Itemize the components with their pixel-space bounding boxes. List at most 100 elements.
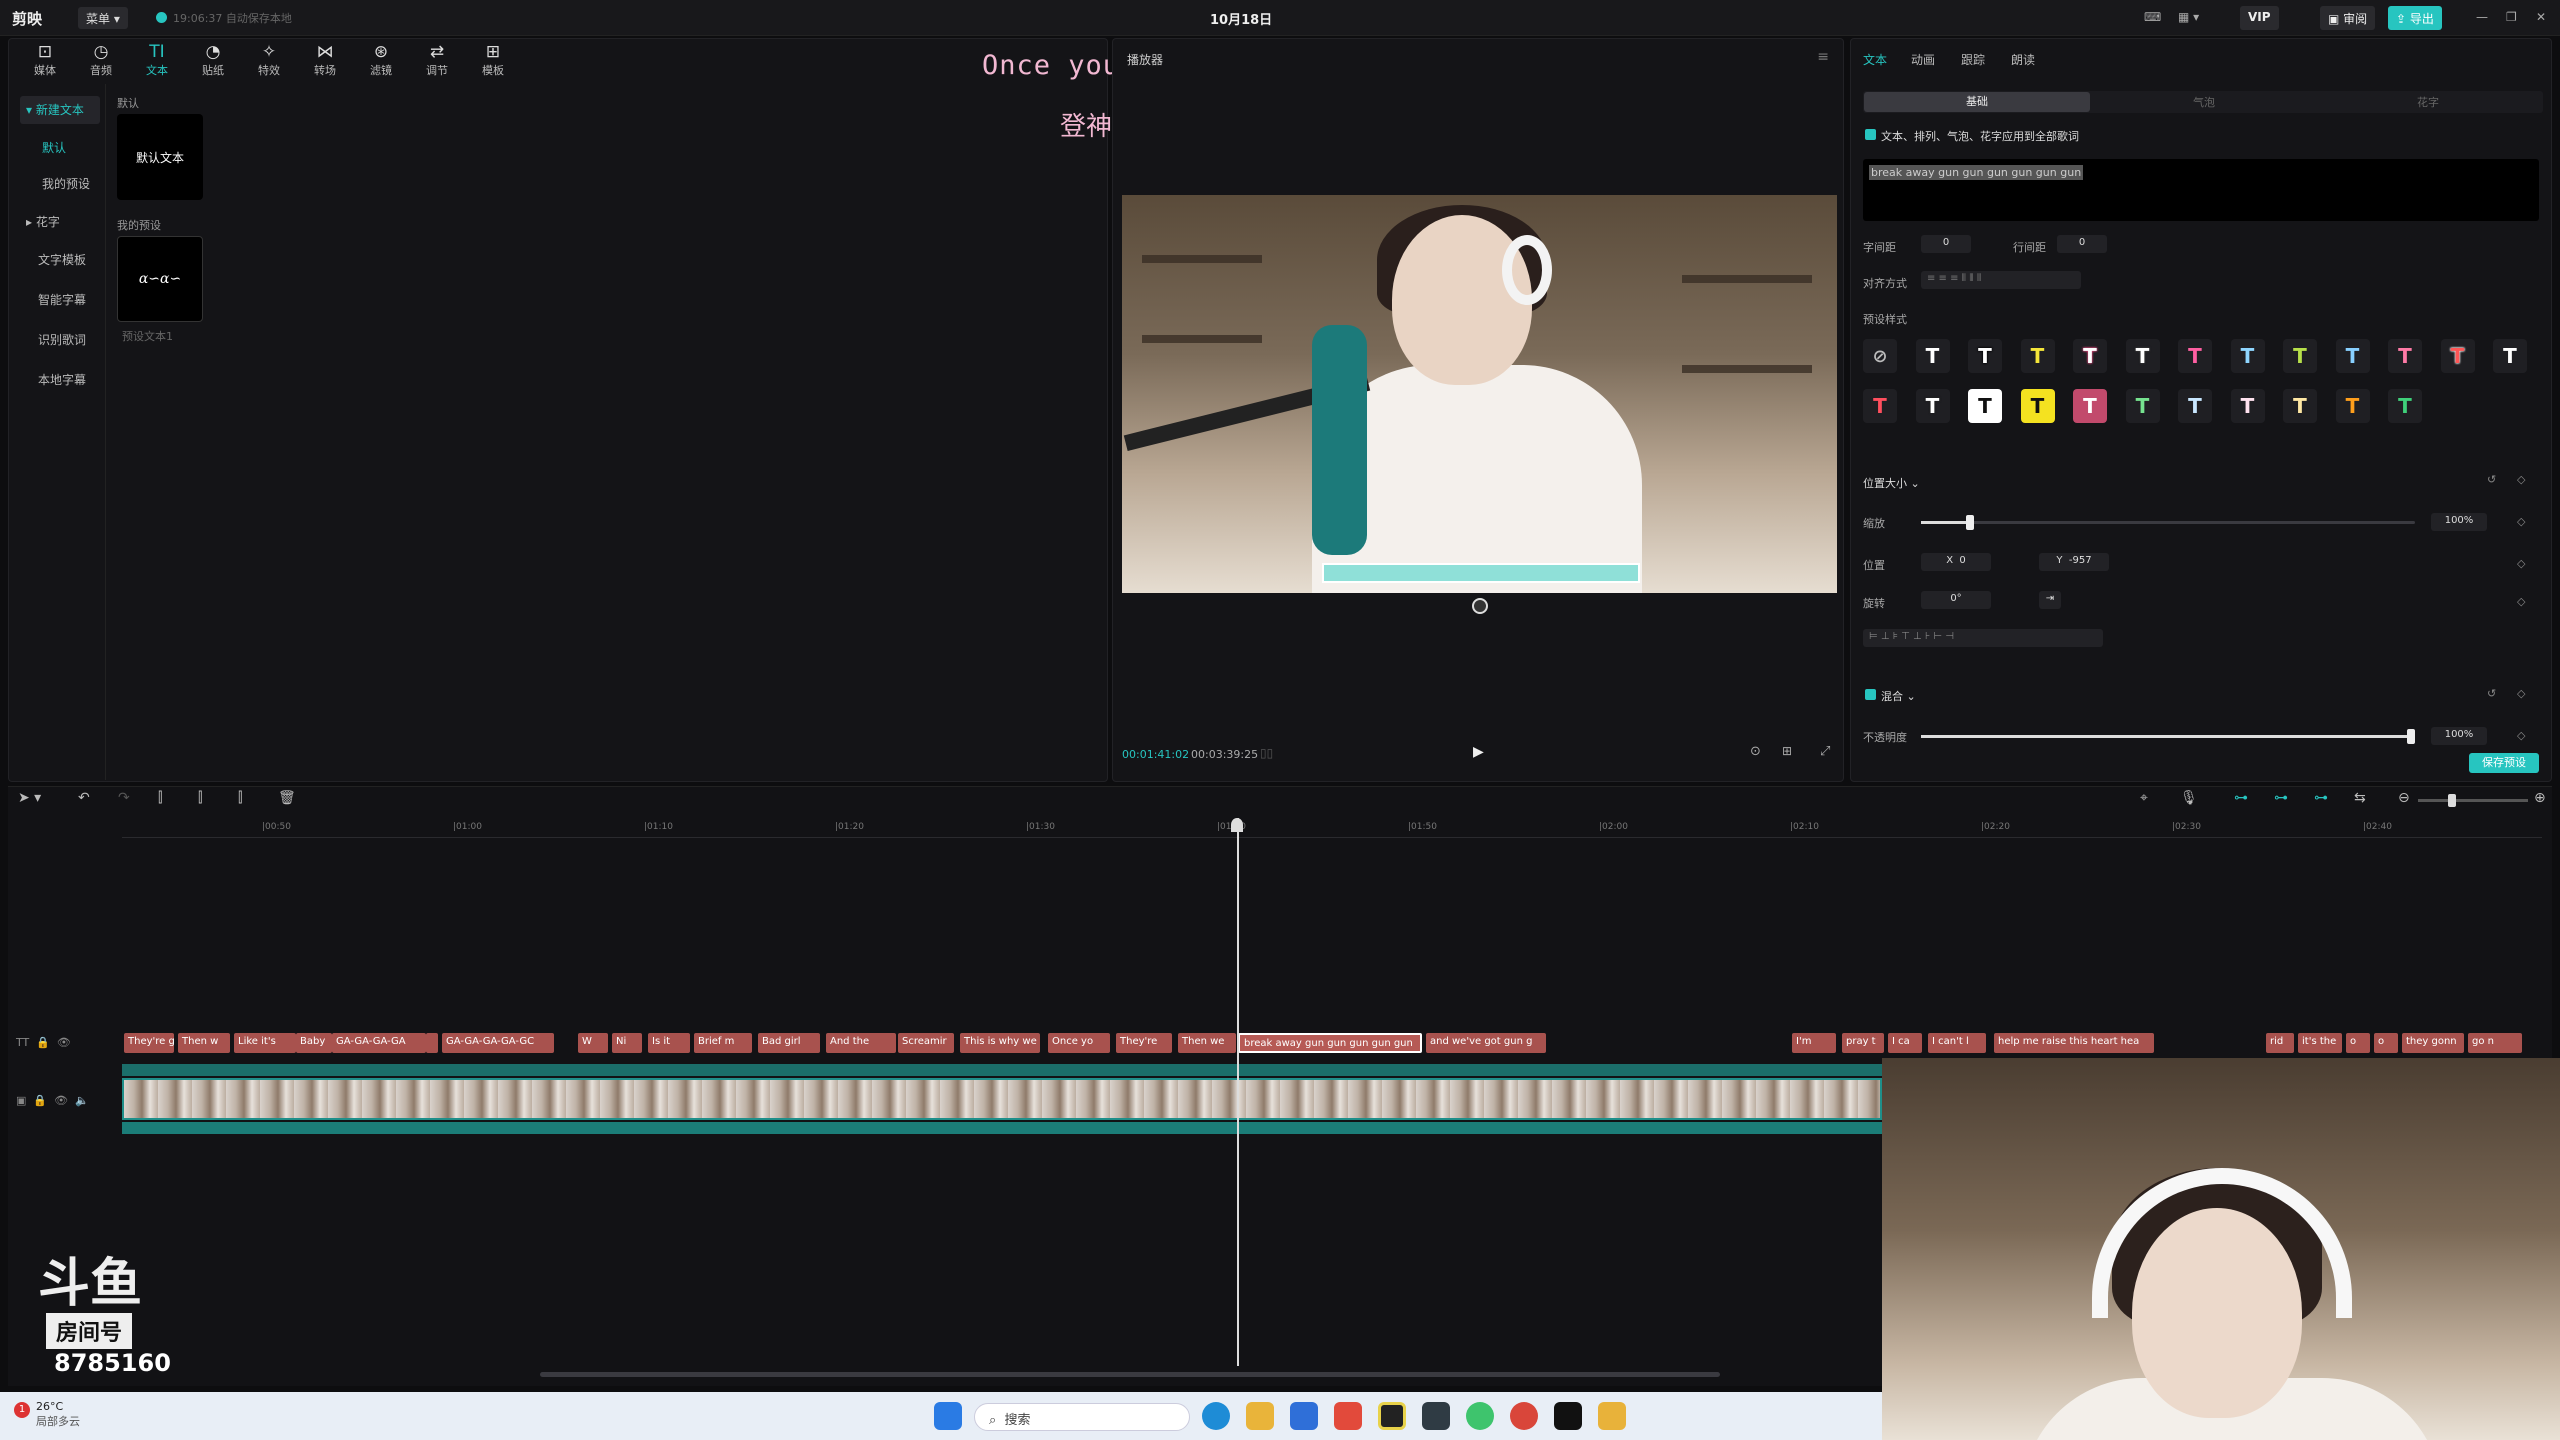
preset-style-1[interactable]: T: [1915, 339, 1950, 373]
timeline-ruler[interactable]: |00:50|01:00|01:10|01:20|01:30|01:40|01:…: [122, 818, 2542, 838]
lyric-clip[interactable]: Screamir: [898, 1033, 954, 1053]
split-left-icon[interactable]: ⫿: [198, 790, 202, 806]
scale-input[interactable]: 100%: [2431, 513, 2487, 531]
preset-none-icon[interactable]: ⊘: [1863, 339, 1897, 373]
blend-keyframe-icon[interactable]: ◇: [2517, 687, 2525, 700]
zoom-knob[interactable]: [2448, 794, 2456, 807]
selected-lyric-clip[interactable]: break away gun gun gun gun gun: [1238, 1033, 1422, 1053]
lyric-clip[interactable]: Bad girl: [758, 1033, 820, 1053]
position-keyframe-icon[interactable]: ◇: [2517, 557, 2525, 570]
video-preview[interactable]: [1122, 195, 1837, 593]
tab-read-aloud[interactable]: 朗读: [2011, 51, 2035, 68]
menu-button[interactable]: 菜单 ▾: [78, 7, 128, 29]
lyric-clip[interactable]: Then w: [178, 1033, 230, 1053]
save-preset-button[interactable]: 保存预设: [2469, 753, 2539, 773]
apply-all-checkbox[interactable]: [1865, 129, 1876, 140]
blend-reset-icon[interactable]: ↺: [2487, 687, 2496, 700]
preset-style-5[interactable]: T: [2125, 339, 2160, 373]
review-button[interactable]: ▣ 审阅: [2320, 6, 2376, 30]
toolbar-adjust[interactable]: ⇄ 调节: [412, 42, 462, 78]
link-main-track-icon[interactable]: ⊶: [2234, 790, 2248, 806]
lyric-clip[interactable]: This is why we: [960, 1033, 1040, 1053]
ratio-icon[interactable]: ⊞: [1782, 744, 1792, 758]
preset-style-18[interactable]: T: [2125, 389, 2160, 423]
text-content-field[interactable]: break away gun gun gun gun gun gun: [1863, 159, 2539, 221]
layout-icon[interactable]: ▦ ▾: [2170, 6, 2207, 30]
chrome-icon[interactable]: [1510, 1402, 1538, 1430]
lyric-clip[interactable]: go n: [2468, 1033, 2522, 1053]
tab-text[interactable]: 文本: [1863, 51, 1887, 68]
nav-text-template[interactable]: 文字模板: [32, 246, 112, 274]
lyric-clip[interactable]: and we've got gun g: [1426, 1033, 1546, 1053]
tab-animation[interactable]: 动画: [1911, 51, 1935, 68]
taskbar-search[interactable]: ⌕ 搜索: [974, 1403, 1190, 1431]
shortcut-icon[interactable]: ⌨: [2136, 6, 2169, 30]
preview-menu-icon[interactable]: ≡: [1817, 49, 1829, 65]
nav-default[interactable]: 默认: [36, 134, 116, 162]
selected-caption-box[interactable]: [1322, 563, 1640, 583]
lyric-clip[interactable]: help me raise this heart hea: [1994, 1033, 2154, 1053]
subtab-bubble[interactable]: 气泡: [2091, 94, 2317, 110]
default-text-card[interactable]: 默认文本: [117, 114, 203, 200]
toolbar-template[interactable]: ⊞ 模板: [468, 42, 518, 78]
lyric-clip[interactable]: Like it's: [234, 1033, 296, 1053]
timeline-scrollbar[interactable]: [540, 1372, 1720, 1377]
preset-style-7[interactable]: T: [2230, 339, 2265, 373]
maximize-icon[interactable]: ❐: [2498, 6, 2525, 30]
lyric-clip[interactable]: I'm: [1792, 1033, 1836, 1053]
align-buttons[interactable]: ≡ ≡ ≡ ⦀ ⦀ ⦀: [1921, 271, 2081, 289]
minimize-icon[interactable]: —: [2468, 6, 2496, 30]
lyric-clip[interactable]: [426, 1033, 438, 1053]
split-right-icon[interactable]: ⫿: [238, 790, 242, 806]
position-x-input[interactable]: X 0: [1921, 553, 1991, 571]
weather-widget[interactable]: 26°C 局部多云: [36, 1400, 80, 1429]
rotate-input[interactable]: 0°: [1921, 591, 1991, 609]
close-icon[interactable]: ✕: [2528, 6, 2554, 30]
preset-style-22[interactable]: T: [2335, 389, 2370, 423]
file-explorer-icon[interactable]: [1246, 1402, 1274, 1430]
record-mic-icon[interactable]: 🎙: [2180, 790, 2198, 806]
snap-icon[interactable]: ⊶: [2314, 790, 2328, 806]
lyric-clip[interactable]: They're g: [124, 1033, 174, 1053]
lyric-clip[interactable]: W: [578, 1033, 608, 1053]
nav-smart-subtitle[interactable]: 智能字幕: [32, 286, 112, 314]
rotate-handle-icon[interactable]: [1472, 598, 1488, 614]
kugou-icon[interactable]: [1290, 1402, 1318, 1430]
toolbar-text[interactable]: TI 文本: [132, 42, 182, 78]
keyframe-icon[interactable]: ◇: [2517, 473, 2525, 486]
app-bear-icon[interactable]: [1598, 1402, 1626, 1430]
fullscreen-icon[interactable]: ⤢: [1820, 744, 1830, 759]
rotate-keyframe-icon[interactable]: ◇: [2517, 595, 2525, 608]
lyric-clip[interactable]: rid: [2266, 1033, 2294, 1053]
preset-style-16[interactable]: T: [2020, 389, 2055, 423]
preset-style-21[interactable]: T: [2283, 389, 2317, 423]
preset-style-3[interactable]: T: [2020, 339, 2055, 373]
toolbar-effects[interactable]: ✧ 特效: [244, 42, 294, 78]
nav-fancy-text[interactable]: ▸ 花字: [20, 208, 100, 236]
lyric-clip[interactable]: I ca: [1888, 1033, 1922, 1053]
terminal-icon[interactable]: [1422, 1402, 1450, 1430]
lyric-clip[interactable]: pray t: [1842, 1033, 1884, 1053]
subtab-fancy[interactable]: 花字: [2315, 94, 2541, 110]
scale-slider[interactable]: [1921, 515, 2415, 530]
preset-style-11[interactable]: T: [2440, 339, 2475, 373]
preset-style-12[interactable]: T: [2493, 339, 2527, 373]
playhead-handle[interactable]: [1231, 818, 1243, 832]
preset-style-20[interactable]: T: [2230, 389, 2265, 423]
toolbar-sticker[interactable]: ◔ 贴纸: [188, 42, 238, 78]
zoom-slider[interactable]: [2418, 794, 2528, 807]
lyric-clip[interactable]: Once yo: [1048, 1033, 1110, 1053]
lyric-clip[interactable]: And the: [826, 1033, 896, 1053]
lyric-clip[interactable]: Baby: [296, 1033, 332, 1053]
nav-local-subtitle[interactable]: 本地字幕: [32, 366, 112, 394]
preset-style-14[interactable]: T: [1915, 389, 1950, 423]
select-tool-icon[interactable]: ➤ ▾: [18, 790, 41, 806]
edge-icon[interactable]: [1202, 1402, 1230, 1430]
preset-style-13[interactable]: T: [1863, 389, 1897, 423]
lyric-clip[interactable]: o: [2374, 1033, 2398, 1053]
lyric-clip[interactable]: GA-GA-GA-GA-GC: [442, 1033, 554, 1053]
lyric-clip[interactable]: it's the: [2298, 1033, 2342, 1053]
timeline-marker-icon[interactable]: ▯▯: [1260, 746, 1273, 760]
reset-icon[interactable]: ↺: [2487, 473, 2496, 486]
opacity-knob[interactable]: [2407, 729, 2415, 744]
